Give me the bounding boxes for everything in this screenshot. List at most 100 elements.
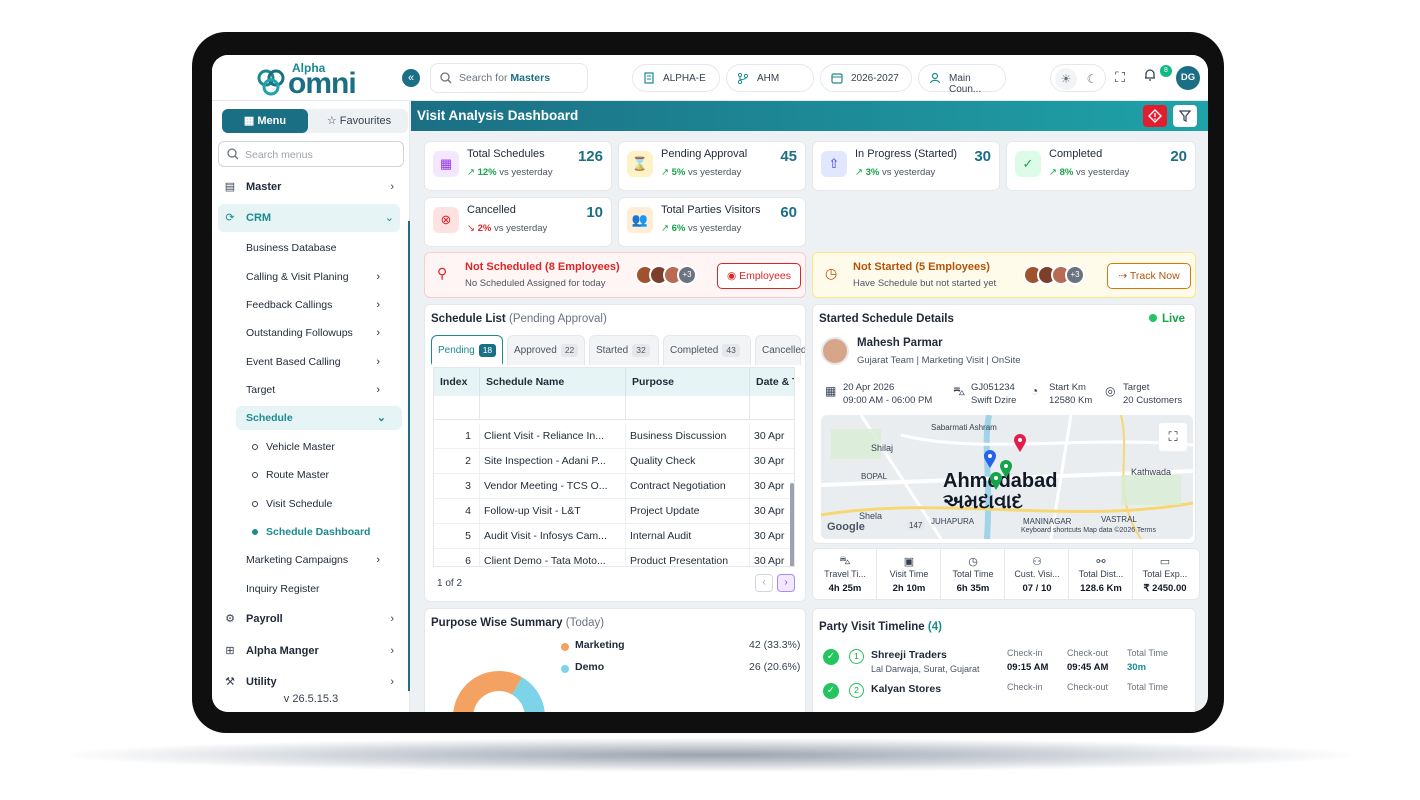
sidebar-item-target[interactable]: Target › — [246, 378, 396, 402]
table-cell-name[interactable]: Client Visit - Reliance In... — [480, 424, 626, 449]
column-header-index[interactable]: Index — [434, 368, 480, 396]
filter-cell[interactable] — [480, 396, 626, 420]
table-cell-purpose[interactable]: Contract Negotiation — [626, 474, 750, 499]
live-indicator: Live — [1148, 313, 1185, 325]
sidebar-item-utility[interactable]: ⚒ Utility › — [218, 668, 400, 696]
kpi-trend-value: 3% — [865, 167, 880, 178]
table-cell-name[interactable]: Audit Visit - Infosys Cam... — [480, 524, 626, 549]
column-header-purpose[interactable]: Purpose — [626, 368, 750, 396]
sidebar-item-outstanding-followups[interactable]: Outstanding Followups › — [246, 321, 396, 345]
table-cell-purpose[interactable]: Project Update — [626, 499, 750, 524]
column-header-schedule-name[interactable]: Schedule Name — [480, 368, 626, 396]
sidebar-item-schedule-dashboard[interactable]: Schedule Dashboard — [252, 520, 402, 544]
table-cell-index[interactable]: 5 — [434, 524, 480, 549]
tab-cancelled[interactable]: Cancelled — [755, 335, 805, 365]
moon-icon[interactable]: ☾ — [1081, 68, 1103, 90]
kpi-pending-approval[interactable]: ⌛ Pending Approval 45 ↗ 5% vs yesterday — [618, 141, 806, 191]
sidebar-item-payroll[interactable]: ⚙ Payroll › — [218, 605, 400, 633]
tab-approved[interactable]: Approved 22 — [507, 335, 585, 365]
sidebar-item-vehicle-master[interactable]: Vehicle Master — [252, 435, 402, 459]
timeline-row[interactable]: ✓ 2 Kalyan Stores Check-in Check-out Tot… — [813, 681, 1195, 712]
table-cell-date[interactable]: 30 Apr — [750, 549, 794, 566]
sidebar-item-visit-schedule[interactable]: Visit Schedule — [252, 492, 402, 516]
map-fullscreen-icon[interactable]: ⛶ — [1159, 423, 1187, 451]
tab-menu[interactable]: ▦ Menu — [222, 109, 308, 133]
year-selector[interactable]: 2026-2027 — [820, 64, 912, 92]
filter-cell[interactable] — [434, 396, 480, 420]
table-cell-purpose[interactable]: Quality Check — [626, 449, 750, 474]
table-cell-date[interactable]: 30 Apr — [750, 499, 794, 524]
counter-selector[interactable]: Main Coun... — [918, 64, 1006, 95]
table-cell-date[interactable]: 30 Apr — [750, 449, 794, 474]
chevron-right-icon: › — [376, 299, 380, 311]
sidebar-item-crm[interactable]: ⟳ CRM ⌄ — [218, 204, 400, 232]
theme-toggle[interactable]: ☀ ☾ — [1050, 64, 1106, 92]
track-now-button[interactable]: ⇢ Track Now — [1107, 263, 1191, 289]
map-credits[interactable]: Keyboard shortcuts Map data ©2026 Terms — [1021, 527, 1156, 534]
company-selector[interactable]: ALPHA-E — [632, 64, 720, 92]
master-search-input[interactable]: Search for Masters — [430, 63, 588, 93]
table-cell-name[interactable]: Follow-up Visit - L&T — [480, 499, 626, 524]
sidebar-item-business-database[interactable]: Business Database — [246, 236, 396, 260]
table-cell-index[interactable]: 3 — [434, 474, 480, 499]
donut-slice-marketing[interactable] — [453, 671, 523, 712]
kpi-total-schedules[interactable]: ▦ Total Schedules 126 ↗ 12% vs yesterday — [424, 141, 612, 191]
table-cell-purpose[interactable]: Business Discussion — [626, 424, 750, 449]
tab-started[interactable]: Started 32 — [589, 335, 659, 365]
table-cell-name[interactable]: Site Inspection - Adani P... — [480, 449, 626, 474]
sidebar-item-feedback-callings[interactable]: Feedback Callings › — [246, 293, 396, 317]
legend-item[interactable]: Marketing 42 (33.3%) — [561, 639, 801, 655]
table-cell-date[interactable]: 30 Apr — [750, 474, 794, 499]
brand-logo[interactable]: Alpha omni — [256, 61, 376, 100]
sidebar-item-master[interactable]: ▤ Master › — [218, 173, 400, 201]
table-cell-date[interactable]: 30 Apr — [750, 524, 794, 549]
tab-pending[interactable]: Pending 18 — [431, 335, 503, 365]
sidebar-item-alpha-manger[interactable]: ⊞ Alpha Manger › — [218, 637, 400, 665]
sidebar-item-marketing-campaigns[interactable]: Marketing Campaigns › — [246, 548, 396, 572]
tab-favourites[interactable]: ☆ Favourites — [310, 109, 408, 133]
sidebar-scrollbar[interactable] — [408, 221, 410, 691]
sidebar-item-event-calling[interactable]: Event Based Calling › — [246, 350, 396, 374]
sun-icon[interactable]: ☀ — [1055, 68, 1077, 90]
kpi-in-progress[interactable]: ⇧ In Progress (Started) 30 ↗ 3% vs yeste… — [812, 141, 1000, 191]
sidebar-item-calling-visit[interactable]: Calling & Visit Planing › — [246, 265, 396, 289]
sidebar-item-inquiry-register[interactable]: Inquiry Register — [246, 577, 396, 601]
legend-item[interactable]: Demo 26 (20.6%) — [561, 661, 801, 677]
collapse-sidebar-icon[interactable]: « — [402, 69, 420, 87]
legend-label: Marketing — [575, 639, 625, 651]
alert-button[interactable] — [1143, 105, 1167, 127]
sidebar-item-schedule[interactable]: Schedule ⌄ — [236, 406, 402, 430]
sidebar-item-route-master[interactable]: Route Master — [252, 463, 402, 487]
live-map[interactable]: Sabarmati Ashram Shilaj BOPAL Kathwada S… — [821, 415, 1193, 539]
table-vertical-scrollbar[interactable] — [790, 483, 794, 566]
next-page-button[interactable]: › — [777, 574, 795, 592]
tab-completed[interactable]: Completed 43 — [663, 335, 751, 365]
bell-icon[interactable] — [1140, 67, 1160, 87]
kpi-trend: ↗ 8% vs yesterday — [1049, 167, 1129, 178]
schedule-table: Index Schedule Name Purpose Date & T 1 Cl… — [433, 367, 795, 567]
table-cell-purpose[interactable]: Internal Audit — [626, 524, 750, 549]
table-cell-index[interactable]: 2 — [434, 449, 480, 474]
table-cell-name[interactable]: Vendor Meeting - TCS O... — [480, 474, 626, 499]
employees-button[interactable]: ◉ Employees — [717, 263, 801, 289]
menu-search-input[interactable]: Search menus — [218, 141, 404, 167]
timeline-row[interactable]: ✓ 1 Shreeji Traders Lal Darwaja, Surat, … — [813, 647, 1195, 681]
table-cell-name[interactable]: Client Demo - Tata Moto... — [480, 549, 626, 566]
table-cell-index[interactable]: 1 — [434, 424, 480, 449]
kpi-total-parties-visitors[interactable]: 👥 Total Parties Visitors 60 ↗ 6% vs yest… — [618, 197, 806, 247]
branch-selector[interactable]: AHM — [726, 64, 814, 92]
filter-cell[interactable] — [750, 396, 794, 420]
kpi-cancelled[interactable]: ⊗ Cancelled 10 ↘ 2% vs yesterday — [424, 197, 612, 247]
card-title-text: Schedule List — [431, 313, 506, 325]
kpi-completed[interactable]: ✓ Completed 20 ↗ 8% vs yesterday — [1006, 141, 1196, 191]
table-cell-index[interactable]: 6 — [434, 549, 480, 566]
column-header-date[interactable]: Date & T — [750, 368, 794, 396]
table-cell-index[interactable]: 4 — [434, 499, 480, 524]
prev-page-button[interactable]: ‹ — [755, 574, 773, 592]
filter-button[interactable] — [1173, 105, 1197, 127]
fullscreen-icon[interactable]: ⛶ — [1110, 67, 1130, 87]
table-cell-purpose[interactable]: Product Presentation — [626, 549, 750, 566]
user-avatar[interactable]: DG — [1176, 66, 1200, 90]
filter-cell[interactable] — [626, 396, 750, 420]
table-cell-date[interactable]: 30 Apr — [750, 424, 794, 449]
